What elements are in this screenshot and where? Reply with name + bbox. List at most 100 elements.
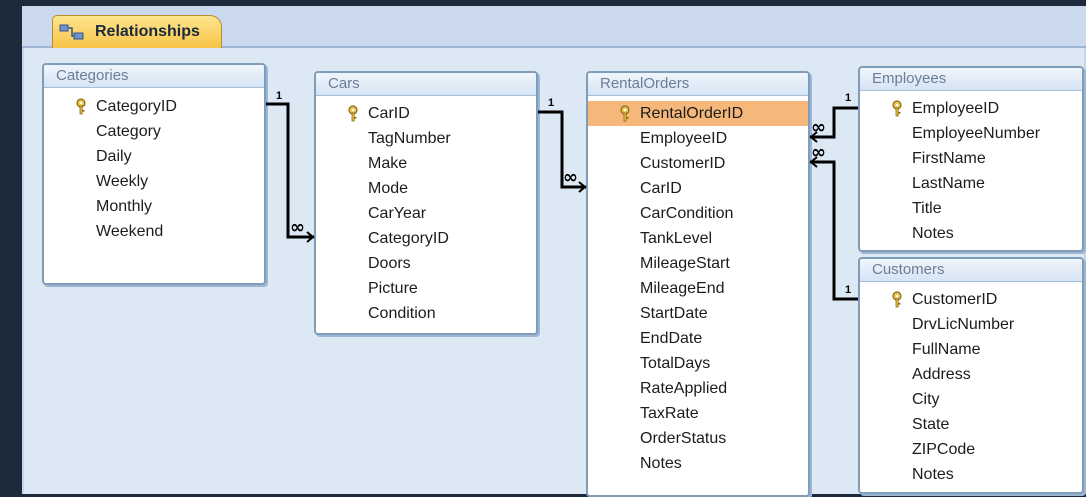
relationship-one-label: 1 xyxy=(276,90,282,102)
field-label: OrderStatus xyxy=(640,430,727,447)
field-list: CarID TagNumber Make Mode CarYear Catego… xyxy=(316,96,536,326)
field-list: RentalOrderID EmployeeID CustomerID CarI… xyxy=(588,96,808,476)
field-label: EmployeeID xyxy=(640,130,728,147)
field-item[interactable]: CarID xyxy=(588,176,808,201)
field-item[interactable]: FullName xyxy=(860,337,1082,362)
field-label: LastName xyxy=(912,175,985,192)
field-label: FullName xyxy=(912,341,981,358)
field-list: CustomerID DrvLicNumber FullName Address… xyxy=(860,282,1082,487)
field-label: StartDate xyxy=(640,305,708,322)
primary-key-icon xyxy=(892,100,902,117)
field-label: DrvLicNumber xyxy=(912,316,1015,333)
field-item[interactable]: Weekend xyxy=(44,219,264,244)
field-item[interactable]: TotalDays xyxy=(588,351,808,376)
field-label: EmployeeNumber xyxy=(912,125,1041,142)
field-item[interactable]: CarCondition xyxy=(588,201,808,226)
field-item[interactable]: CustomerID xyxy=(860,287,1082,312)
field-label: TagNumber xyxy=(368,130,451,147)
field-item[interactable]: RateApplied xyxy=(588,376,808,401)
table-rentalorders[interactable]: RentalOrders RentalOrderID EmployeeID Cu… xyxy=(586,71,810,497)
table-title[interactable]: RentalOrders xyxy=(588,73,808,96)
field-label: TaxRate xyxy=(640,405,699,422)
field-list: EmployeeID EmployeeNumber FirstName Last… xyxy=(860,91,1082,246)
field-item[interactable]: Category xyxy=(44,119,264,144)
relationship-one-label: 1 xyxy=(845,284,851,296)
field-item[interactable]: Notes xyxy=(588,451,808,476)
field-label: Weekend xyxy=(96,223,164,240)
field-item[interactable]: Make xyxy=(316,151,536,176)
primary-key-icon xyxy=(892,291,902,308)
field-item[interactable]: EmployeeNumber xyxy=(860,121,1082,146)
table-categories[interactable]: Categories CategoryID Category Daily Wee… xyxy=(42,63,266,285)
field-label: RentalOrderID xyxy=(640,105,744,122)
field-label: TankLevel xyxy=(640,230,713,247)
table-title[interactable]: Categories xyxy=(44,65,264,88)
field-item[interactable]: Weekly xyxy=(44,169,264,194)
field-label: FirstName xyxy=(912,150,986,167)
primary-key-icon xyxy=(348,105,358,122)
field-item[interactable]: OrderStatus xyxy=(588,426,808,451)
table-title[interactable]: Employees xyxy=(860,68,1082,91)
field-item[interactable]: TankLevel xyxy=(588,226,808,251)
table-title[interactable]: Customers xyxy=(860,259,1082,282)
field-item[interactable]: MileageEnd xyxy=(588,276,808,301)
field-label: TotalDays xyxy=(640,355,711,372)
field-label: Notes xyxy=(912,466,954,483)
field-item[interactable]: StartDate xyxy=(588,301,808,326)
document-tab-strip: Relationships xyxy=(22,6,1086,48)
field-label: CarID xyxy=(640,180,682,197)
field-item[interactable]: TaxRate xyxy=(588,401,808,426)
field-item[interactable]: CategoryID xyxy=(316,226,536,251)
relationship-one-label: 1 xyxy=(548,97,554,109)
field-label: MileageEnd xyxy=(640,280,725,297)
field-item[interactable]: Title xyxy=(860,196,1082,221)
table-title[interactable]: Cars xyxy=(316,73,536,96)
field-item[interactable]: City xyxy=(860,387,1082,412)
field-list: CategoryID Category Daily Weekly Monthly… xyxy=(44,88,264,244)
field-item[interactable]: Notes xyxy=(860,221,1082,246)
field-item-selected[interactable]: RentalOrderID xyxy=(588,101,808,126)
field-item[interactable]: FirstName xyxy=(860,146,1082,171)
field-item[interactable]: CarID xyxy=(316,101,536,126)
field-item[interactable]: Monthly xyxy=(44,194,264,219)
field-label: Weekly xyxy=(96,173,149,190)
field-item[interactable]: EmployeeID xyxy=(588,126,808,151)
field-item[interactable]: LastName xyxy=(860,171,1082,196)
field-item[interactable]: Doors xyxy=(316,251,536,276)
primary-key-icon xyxy=(76,98,86,115)
relationship-many-label: ∞ xyxy=(290,217,305,238)
field-item[interactable]: DrvLicNumber xyxy=(860,312,1082,337)
field-item[interactable]: EndDate xyxy=(588,326,808,351)
field-item[interactable]: Notes xyxy=(860,462,1082,487)
table-employees[interactable]: Employees EmployeeID EmployeeNumber Firs… xyxy=(858,66,1084,252)
field-item[interactable]: CarYear xyxy=(316,201,536,226)
field-item[interactable]: EmployeeID xyxy=(860,96,1082,121)
field-label: CategoryID xyxy=(368,230,449,247)
field-item[interactable]: State xyxy=(860,412,1082,437)
field-item[interactable]: MileageStart xyxy=(588,251,808,276)
field-label: Notes xyxy=(912,225,954,242)
field-item[interactable]: Address xyxy=(860,362,1082,387)
field-label: Mode xyxy=(368,180,409,197)
table-customers[interactable]: Customers CustomerID DrvLicNumber FullNa… xyxy=(858,257,1084,494)
field-item[interactable]: Picture xyxy=(316,276,536,301)
field-item[interactable]: CustomerID xyxy=(588,151,808,176)
relationship-many-label: ∞ xyxy=(811,117,826,138)
field-label: EndDate xyxy=(640,330,703,347)
field-item[interactable]: Mode xyxy=(316,176,536,201)
field-label: Title xyxy=(912,200,942,217)
field-label: EmployeeID xyxy=(912,100,1000,117)
field-label: Notes xyxy=(640,455,682,472)
field-label: CustomerID xyxy=(640,155,726,172)
field-item[interactable]: TagNumber xyxy=(316,126,536,151)
field-item[interactable]: Daily xyxy=(44,144,264,169)
field-label: Make xyxy=(368,155,408,172)
field-label: Category xyxy=(96,123,161,140)
field-item[interactable]: CategoryID xyxy=(44,94,264,119)
table-cars[interactable]: Cars CarID TagNumber Make Mode CarYear C… xyxy=(314,71,538,335)
field-item[interactable]: Condition xyxy=(316,301,536,326)
field-label: Condition xyxy=(368,305,436,322)
primary-key-icon xyxy=(620,105,630,122)
tab-relationships[interactable]: Relationships xyxy=(52,15,222,48)
field-item[interactable]: ZIPCode xyxy=(860,437,1082,462)
